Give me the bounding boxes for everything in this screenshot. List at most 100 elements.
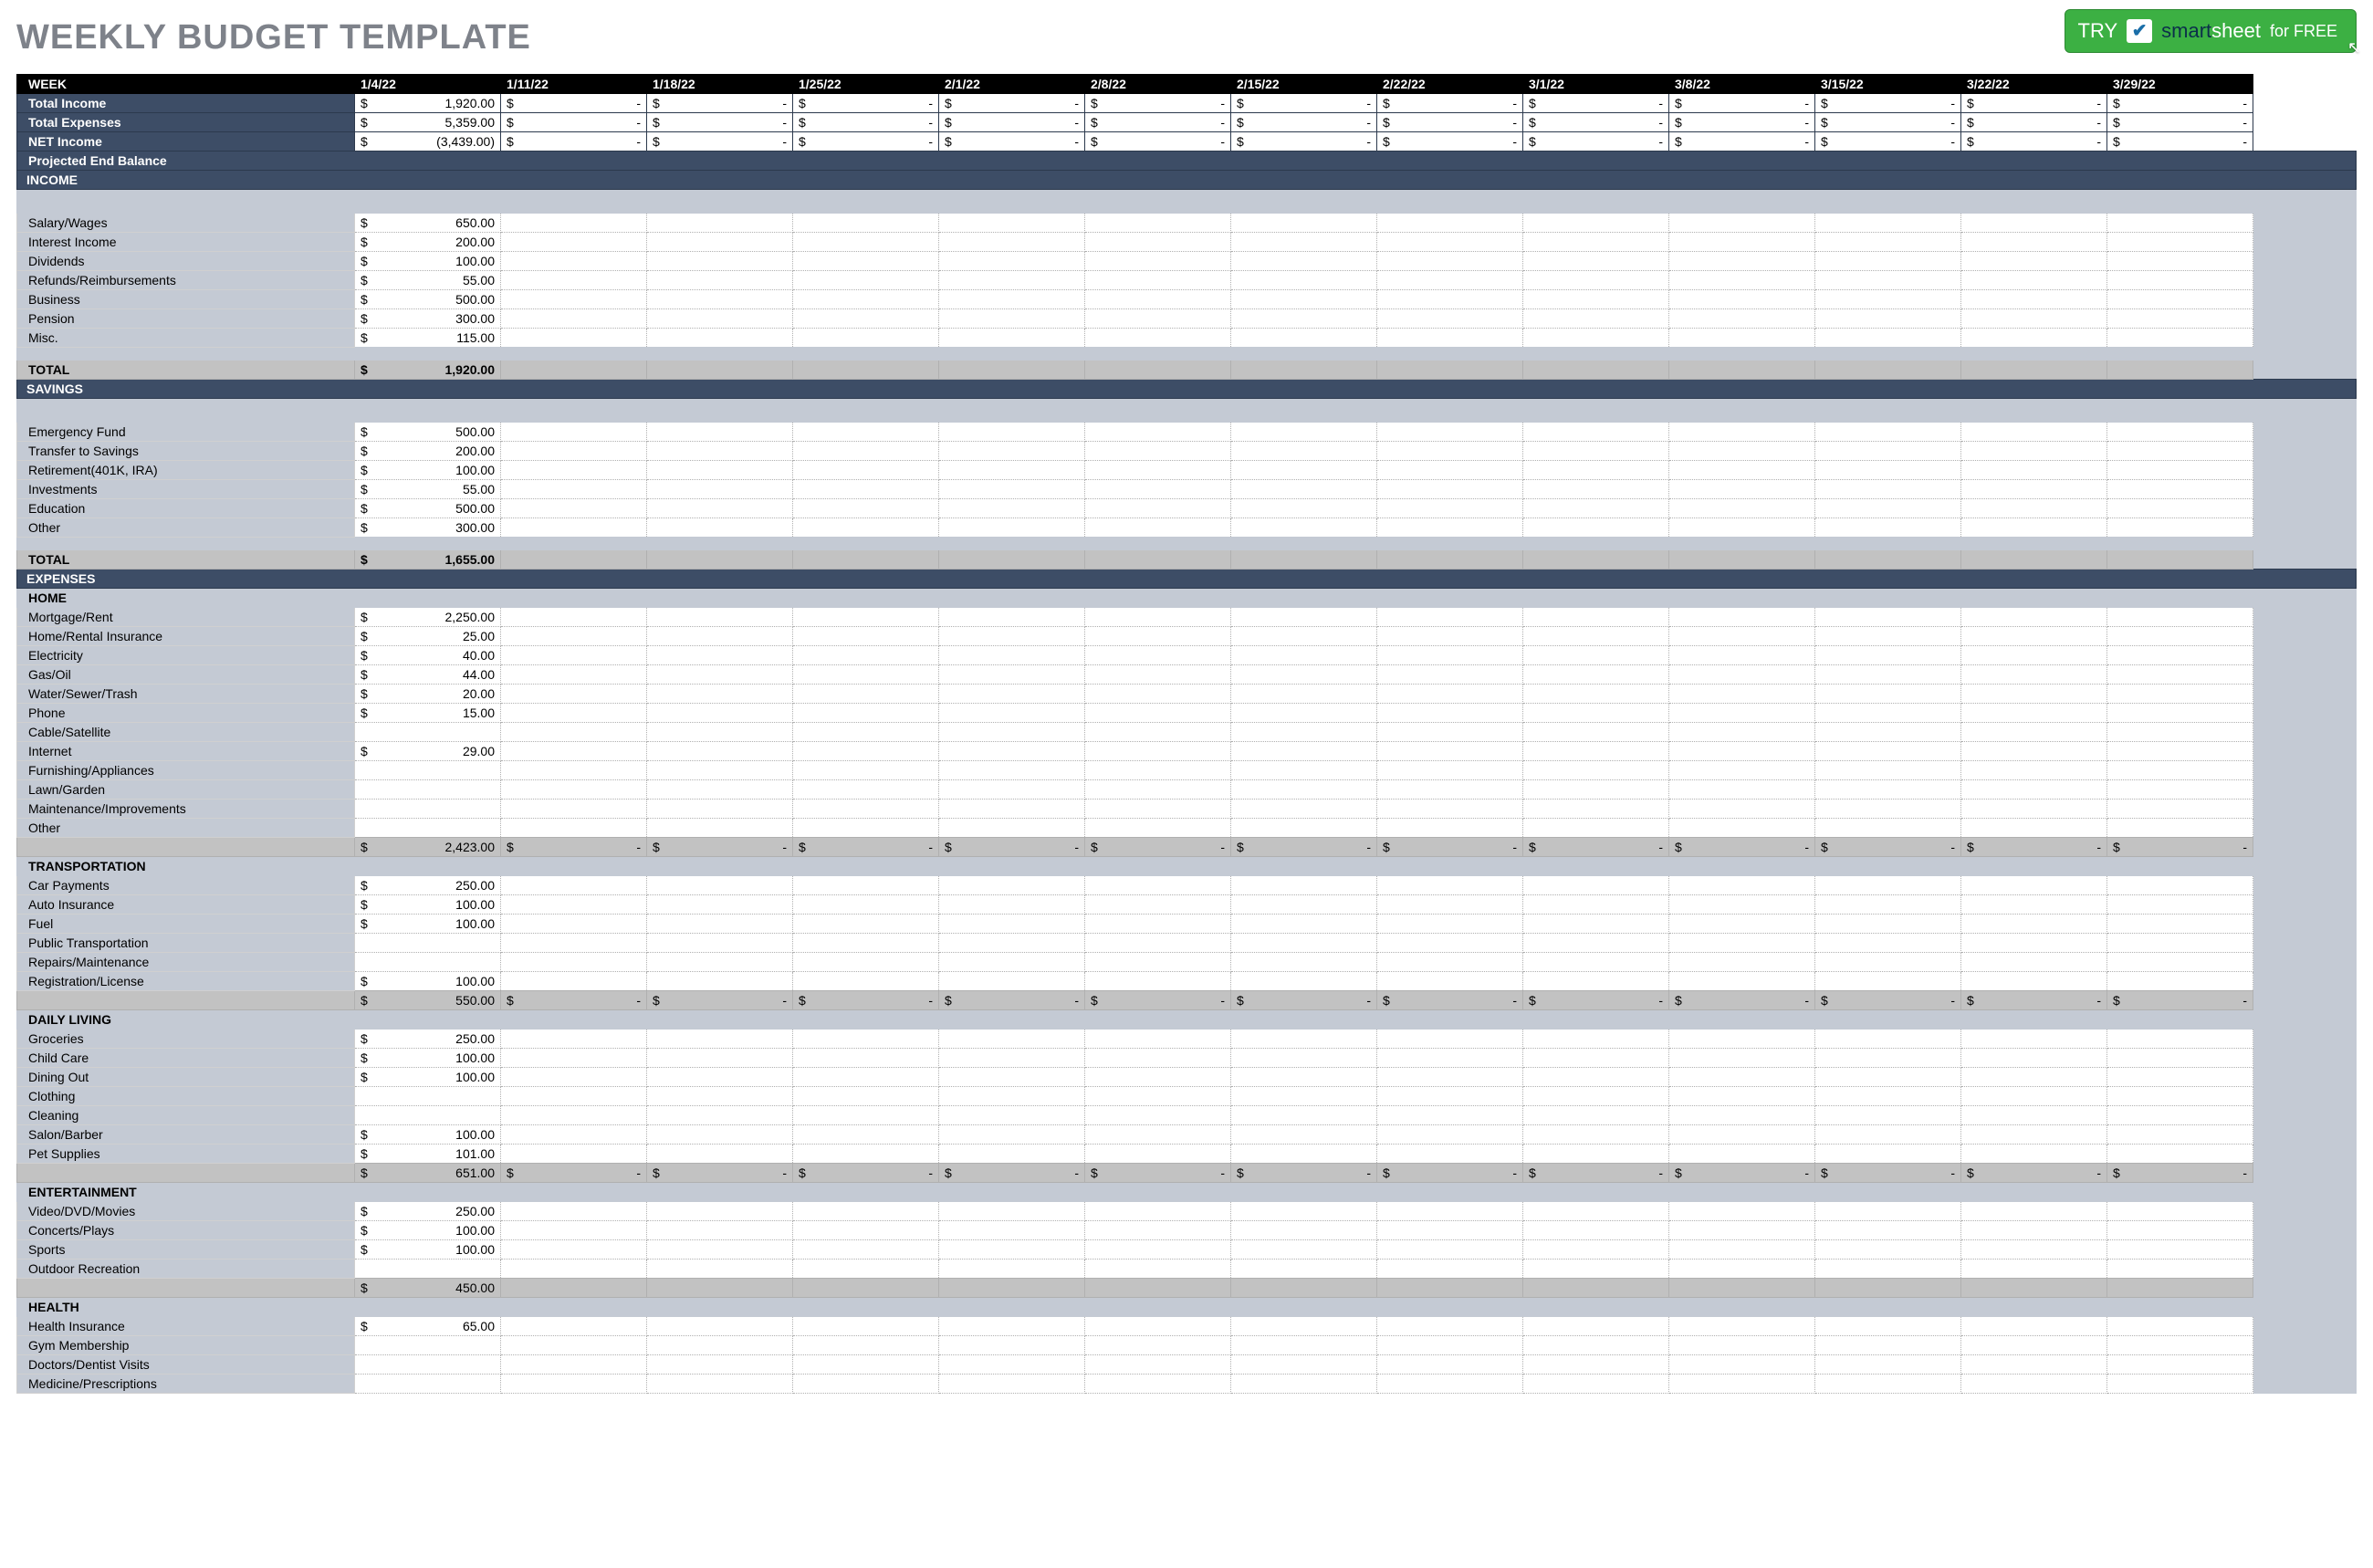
money-cell[interactable]	[2107, 271, 2253, 290]
money-cell[interactable]	[793, 934, 939, 953]
money-cell[interactable]	[647, 685, 793, 704]
money-cell[interactable]	[1815, 761, 1961, 780]
money-cell[interactable]: $-	[1085, 838, 1231, 857]
money-cell[interactable]	[1231, 704, 1377, 723]
money-cell[interactable]	[1523, 627, 1669, 646]
money-cell[interactable]	[2107, 461, 2253, 480]
money-cell[interactable]	[1523, 499, 1669, 518]
money-cell[interactable]	[1961, 499, 2107, 518]
money-cell[interactable]	[1377, 1375, 1523, 1394]
money-cell[interactable]	[939, 934, 1085, 953]
money-cell[interactable]: $-	[501, 113, 647, 132]
money-cell[interactable]	[1085, 518, 1231, 538]
money-cell[interactable]: $-	[1231, 838, 1377, 857]
money-cell[interactable]	[1523, 608, 1669, 627]
money-cell[interactable]: $-	[1815, 991, 1961, 1010]
money-cell[interactable]	[355, 819, 501, 838]
money-cell[interactable]	[1523, 953, 1669, 972]
money-cell[interactable]	[501, 627, 647, 646]
money-cell[interactable]	[1377, 309, 1523, 329]
money-cell[interactable]	[647, 1068, 793, 1087]
money-cell[interactable]	[1231, 1202, 1377, 1221]
money-cell[interactable]	[939, 499, 1085, 518]
money-cell[interactable]	[1085, 290, 1231, 309]
money-cell[interactable]	[1523, 876, 1669, 895]
money-cell[interactable]	[939, 423, 1085, 442]
money-cell[interactable]	[939, 704, 1085, 723]
money-cell[interactable]	[1669, 518, 1815, 538]
money-cell[interactable]	[647, 742, 793, 761]
money-cell[interactable]	[939, 1068, 1085, 1087]
money-cell[interactable]	[1669, 1375, 1815, 1394]
money-cell[interactable]: $29.00	[355, 742, 501, 761]
money-cell[interactable]	[1377, 723, 1523, 742]
money-cell[interactable]	[647, 1202, 793, 1221]
money-cell[interactable]	[647, 214, 793, 233]
money-cell[interactable]	[1961, 1240, 2107, 1260]
money-cell[interactable]	[355, 780, 501, 800]
money-cell[interactable]	[793, 742, 939, 761]
money-cell[interactable]	[1085, 819, 1231, 838]
money-cell[interactable]: $-	[793, 132, 939, 152]
money-cell[interactable]: $-	[501, 1164, 647, 1183]
money-cell[interactable]	[1523, 819, 1669, 838]
money-cell[interactable]	[1669, 1317, 1815, 1336]
money-cell[interactable]	[1231, 761, 1377, 780]
money-cell[interactable]	[1961, 480, 2107, 499]
money-cell[interactable]: $-	[501, 132, 647, 152]
money-cell[interactable]	[1231, 742, 1377, 761]
money-cell[interactable]	[1523, 1030, 1669, 1049]
money-cell[interactable]	[355, 1375, 501, 1394]
money-cell[interactable]	[793, 1068, 939, 1087]
money-cell[interactable]	[1231, 819, 1377, 838]
money-cell[interactable]	[939, 665, 1085, 685]
money-cell[interactable]: $-	[1231, 1164, 1377, 1183]
money-cell[interactable]	[1669, 1087, 1815, 1106]
money-cell[interactable]	[1815, 972, 1961, 991]
money-cell[interactable]	[2107, 761, 2253, 780]
money-cell[interactable]	[2107, 1068, 2253, 1087]
money-cell[interactable]	[2107, 876, 2253, 895]
money-cell[interactable]	[939, 608, 1085, 627]
money-cell[interactable]	[793, 915, 939, 934]
money-cell[interactable]	[1523, 518, 1669, 538]
money-cell[interactable]	[647, 499, 793, 518]
money-cell[interactable]	[939, 1317, 1085, 1336]
money-cell[interactable]	[1377, 761, 1523, 780]
money-cell[interactable]: $-	[1231, 113, 1377, 132]
money-cell[interactable]	[1669, 895, 1815, 915]
money-cell[interactable]	[355, 723, 501, 742]
money-cell[interactable]: $-	[1669, 1164, 1815, 1183]
money-cell[interactable]	[793, 1221, 939, 1240]
money-cell[interactable]: $-	[1377, 94, 1523, 113]
money-cell[interactable]	[1085, 1068, 1231, 1087]
money-cell[interactable]	[1377, 290, 1523, 309]
money-cell[interactable]	[501, 761, 647, 780]
money-cell[interactable]	[1669, 1030, 1815, 1049]
money-cell[interactable]	[1377, 742, 1523, 761]
money-cell[interactable]	[501, 742, 647, 761]
money-cell[interactable]	[1231, 1355, 1377, 1375]
money-cell[interactable]	[647, 1260, 793, 1279]
money-cell[interactable]	[2107, 742, 2253, 761]
money-cell[interactable]	[1961, 214, 2107, 233]
money-cell[interactable]	[501, 1221, 647, 1240]
money-cell[interactable]	[2107, 1240, 2253, 1260]
money-cell[interactable]	[2107, 934, 2253, 953]
money-cell[interactable]	[793, 1336, 939, 1355]
money-cell[interactable]: $100.00	[355, 915, 501, 934]
money-cell[interactable]: $-	[647, 132, 793, 152]
money-cell[interactable]	[501, 1145, 647, 1164]
money-cell[interactable]	[1523, 742, 1669, 761]
money-cell[interactable]	[2107, 608, 2253, 627]
money-cell[interactable]	[1669, 1336, 1815, 1355]
money-cell[interactable]	[1377, 461, 1523, 480]
money-cell[interactable]: $-	[1815, 1164, 1961, 1183]
money-cell[interactable]	[1961, 1317, 2107, 1336]
money-cell[interactable]	[1377, 1125, 1523, 1145]
money-cell[interactable]	[1815, 780, 1961, 800]
money-cell[interactable]	[1669, 480, 1815, 499]
money-cell[interactable]	[355, 1336, 501, 1355]
money-cell[interactable]	[1961, 761, 2107, 780]
money-cell[interactable]	[1377, 1106, 1523, 1125]
